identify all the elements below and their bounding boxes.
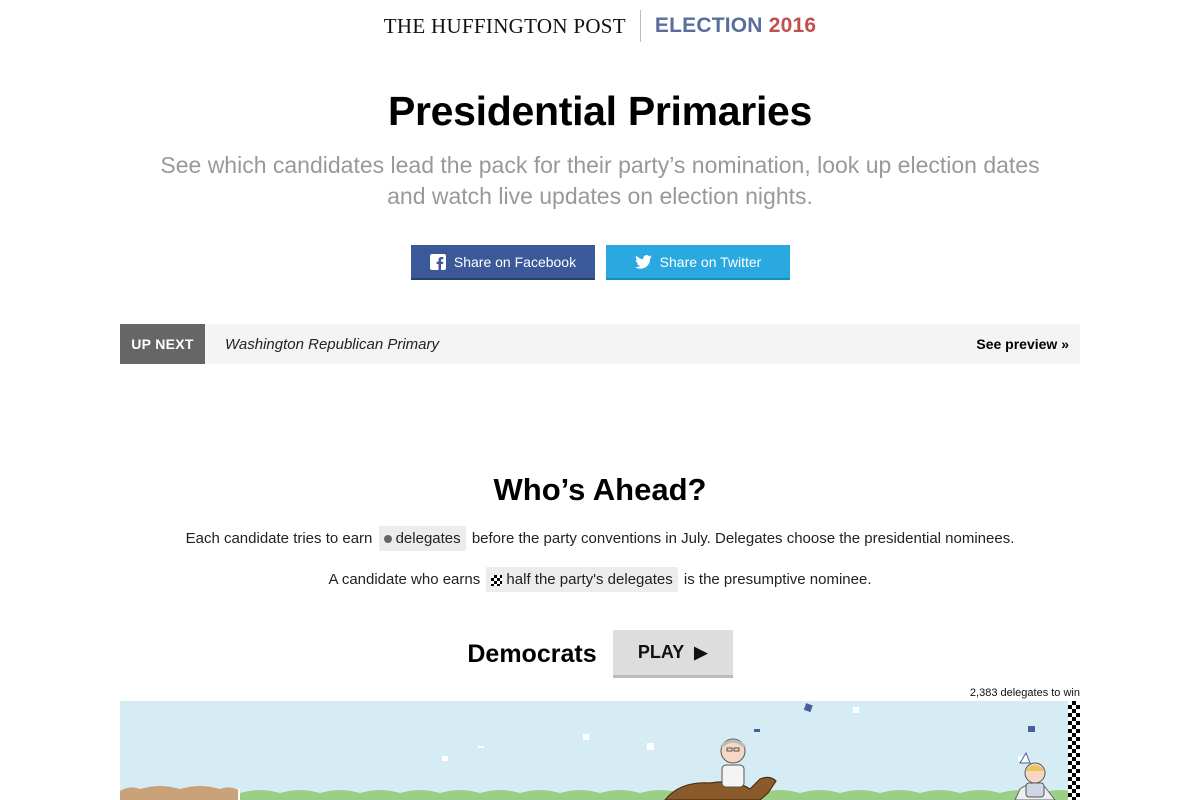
election-2016-logo[interactable]: ELECTION 2016 xyxy=(641,14,816,38)
share-facebook-label: Share on Facebook xyxy=(453,253,577,270)
explainer-text-1a: Each candidate tries to earn xyxy=(185,530,373,547)
democrats-label: Democrats xyxy=(467,639,597,668)
delegate-dot-icon xyxy=(383,535,392,544)
half-delegates-pill: half the party's delegates xyxy=(486,567,678,592)
race-scene xyxy=(120,703,1080,800)
share-twitter-button[interactable]: Share on Twitter xyxy=(606,245,790,280)
explainer-text-2a: A candidate who earns xyxy=(328,571,481,588)
share-twitter-label: Share on Twitter xyxy=(659,253,762,270)
up-next-bar: UP NEXT Washington Republican Primary Se… xyxy=(120,324,1080,364)
delegates-explainer: Each candidate tries to earn delegates b… xyxy=(0,526,1200,551)
share-facebook-button[interactable]: Share on Facebook xyxy=(411,245,595,280)
play-label: PLAY xyxy=(637,642,685,662)
up-next-tag: UP NEXT xyxy=(120,324,205,364)
whos-ahead-heading: Who’s Ahead? xyxy=(493,472,707,507)
half-delegates-pill-label: half the party's delegates xyxy=(506,571,673,588)
delegates-pill-label: delegates xyxy=(395,530,461,547)
delegates-to-win-label: 2,383 delegates to win xyxy=(969,687,1080,699)
see-preview-link[interactable]: See preview » xyxy=(976,336,1069,352)
democrats-header: Democrats PLAY ▶ xyxy=(0,630,1200,678)
democrats-race-track xyxy=(120,701,1080,800)
election-year: 2016 xyxy=(768,14,817,37)
election-word: ELECTION xyxy=(654,14,763,37)
page-title: Presidential Primaries xyxy=(387,88,813,134)
dirt-hill xyxy=(120,786,240,800)
play-icon: ▶ xyxy=(694,642,708,662)
delegates-pill: delegates xyxy=(378,526,466,551)
huffington-post-logo[interactable]: THE HUFFINGTON POST xyxy=(384,14,640,39)
masthead: THE HUFFINGTON POST ELECTION 2016 xyxy=(0,10,1200,42)
sanders-jockey-figure xyxy=(664,738,777,800)
up-next-race[interactable]: Washington Republican Primary xyxy=(225,336,976,353)
explainer-text-1b: before the party conventions in July. De… xyxy=(471,530,1015,547)
facebook-icon xyxy=(429,253,446,270)
twitter-icon xyxy=(634,254,652,269)
page-subtitle: See which candidates lead the pack for t… xyxy=(160,152,1040,209)
nominee-explainer: A candidate who earns half the party's d… xyxy=(0,567,1200,592)
finish-line-flag xyxy=(1068,701,1080,800)
explainer-text-2b: is the presumptive nominee. xyxy=(683,571,872,588)
checkered-flag-icon xyxy=(491,574,503,586)
start-line xyxy=(238,789,240,800)
play-button[interactable]: PLAY ▶ xyxy=(612,630,733,678)
grass-track xyxy=(240,790,1080,800)
